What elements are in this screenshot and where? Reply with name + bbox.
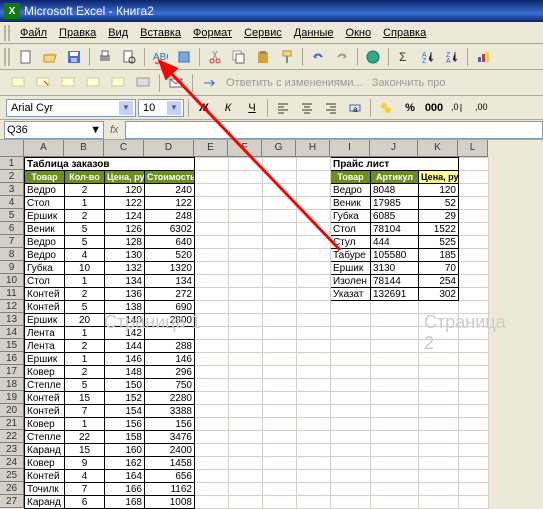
open-button[interactable] xyxy=(39,46,61,68)
research-button[interactable] xyxy=(173,46,195,68)
fx-button[interactable]: fx xyxy=(104,124,125,136)
paste-button[interactable] xyxy=(252,46,274,68)
review-toolbar: Ответить с изменениями... Закончить про xyxy=(0,70,543,96)
sort-desc-button[interactable]: ZA xyxy=(441,46,463,68)
comma-button[interactable]: 000 xyxy=(423,97,445,119)
formatting-toolbar: Arial Cyr ▼ 10 ▼ Ж К Ч a % 000 ,0 ,00 xyxy=(0,96,543,120)
toolbar-handle[interactable] xyxy=(4,25,10,41)
menu-file[interactable]: Файл xyxy=(14,25,53,41)
align-right-button[interactable] xyxy=(320,97,342,119)
font-size: 10 xyxy=(143,102,155,114)
row-headers[interactable]: 1234567891011121314151617181920212223242… xyxy=(0,157,24,508)
percent-button[interactable]: % xyxy=(399,97,421,119)
align-center-button[interactable] xyxy=(296,97,318,119)
menu-edit[interactable]: Правка xyxy=(53,25,102,41)
formula-bar: Q36 ▼ fx xyxy=(0,120,543,140)
menu-tools[interactable]: Сервис xyxy=(238,25,288,41)
autosum-button[interactable]: Σ xyxy=(393,46,415,68)
menu-bar: Файл Правка Вид Вставка Формат Сервис Да… xyxy=(0,22,543,44)
print-preview-button[interactable] xyxy=(118,46,140,68)
decrease-decimal-button[interactable]: ,00 xyxy=(471,97,493,119)
cut-button[interactable] xyxy=(204,46,226,68)
sort-asc-button[interactable]: AZ xyxy=(417,46,439,68)
hyperlink-button[interactable] xyxy=(362,46,384,68)
print-button[interactable] xyxy=(94,46,116,68)
show-comment-button[interactable] xyxy=(107,72,129,94)
standard-toolbar: ABC Σ AZ ZA xyxy=(0,44,543,70)
spellcheck-button[interactable]: ABC xyxy=(149,46,171,68)
menu-window[interactable]: Окно xyxy=(340,25,378,41)
worksheet: 1234567891011121314151617181920212223242… xyxy=(0,140,543,509)
format-painter-button[interactable] xyxy=(276,46,298,68)
svg-text:a: a xyxy=(353,105,358,114)
svg-text:,0: ,0 xyxy=(451,102,459,112)
svg-text:Z: Z xyxy=(422,58,427,65)
underline-button[interactable]: Ч xyxy=(241,97,263,119)
redo-button[interactable] xyxy=(331,46,353,68)
svg-text:,00: ,00 xyxy=(475,102,488,112)
undo-button[interactable] xyxy=(307,46,329,68)
next-comment-button[interactable] xyxy=(82,72,104,94)
fontsize-combo[interactable]: 10 ▼ xyxy=(138,99,184,117)
chevron-down-icon[interactable]: ▼ xyxy=(119,101,133,115)
menu-data[interactable]: Данные xyxy=(288,25,340,41)
send-mail-button[interactable] xyxy=(165,72,187,94)
menu-format[interactable]: Формат xyxy=(187,25,238,41)
chevron-down-icon[interactable]: ▼ xyxy=(90,124,101,136)
merge-button[interactable]: a xyxy=(344,97,366,119)
increase-decimal-button[interactable]: ,0 xyxy=(447,97,469,119)
window-title: Microsoft Excel - Книга2 xyxy=(24,4,154,18)
column-headers[interactable]: ABCDEFGHIJKL xyxy=(24,140,489,157)
formula-input[interactable] xyxy=(125,121,543,139)
new-comment-button[interactable] xyxy=(7,72,29,94)
align-left-button[interactable] xyxy=(272,97,294,119)
toolbar-handle[interactable] xyxy=(4,48,10,66)
font-combo[interactable]: Arial Cyr ▼ xyxy=(6,99,136,117)
title-bar: X Microsoft Excel - Книга2 xyxy=(0,0,543,22)
delete-comment-button[interactable] xyxy=(132,72,154,94)
reply-changes-button[interactable]: Ответить с изменениями... xyxy=(223,77,366,89)
copy-button[interactable] xyxy=(228,46,250,68)
chart-button[interactable] xyxy=(472,46,494,68)
menu-insert[interactable]: Вставка xyxy=(134,25,187,41)
currency-button[interactable] xyxy=(375,97,397,119)
grid[interactable]: Таблица заказовПрайс листТоварКол-воЦена… xyxy=(24,157,489,509)
menu-view[interactable]: Вид xyxy=(102,25,134,41)
name-box[interactable]: Q36 ▼ xyxy=(4,121,104,139)
italic-button[interactable]: К xyxy=(217,97,239,119)
bold-button[interactable]: Ж xyxy=(193,97,215,119)
end-review-button[interactable]: Закончить про xyxy=(369,77,449,89)
svg-text:ABC: ABC xyxy=(153,52,168,63)
cell-reference: Q36 xyxy=(7,124,28,136)
svg-text:Σ: Σ xyxy=(399,50,406,64)
excel-icon: X xyxy=(4,3,20,19)
svg-text:A: A xyxy=(446,58,451,65)
font-name: Arial Cyr xyxy=(11,102,53,114)
save-button[interactable] xyxy=(63,46,85,68)
edit-comment-button[interactable] xyxy=(32,72,54,94)
menu-help[interactable]: Справка xyxy=(377,25,432,41)
select-all-corner[interactable] xyxy=(0,140,24,157)
chevron-down-icon[interactable]: ▼ xyxy=(167,101,181,115)
new-button[interactable] xyxy=(15,46,37,68)
prev-comment-button[interactable] xyxy=(57,72,79,94)
track-changes-button[interactable] xyxy=(198,72,220,94)
